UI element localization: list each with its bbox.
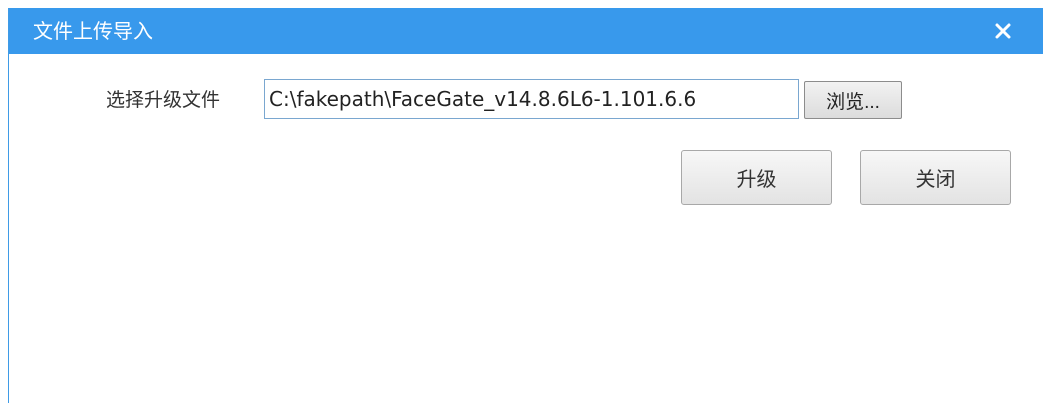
dialog-titlebar: 文件上传导入: [9, 8, 1043, 54]
file-select-label: 选择升级文件: [106, 89, 221, 111]
browse-button[interactable]: 浏览...: [804, 81, 902, 119]
upgrade-button[interactable]: 升级: [681, 150, 832, 205]
upload-dialog: 文件上传导入 选择升级文件 浏览... 升级 关闭: [8, 8, 1043, 403]
close-button[interactable]: 关闭: [860, 150, 1011, 205]
dialog-title: 文件上传导入: [33, 19, 153, 43]
file-path-input[interactable]: [264, 79, 799, 119]
close-icon[interactable]: [992, 20, 1014, 42]
